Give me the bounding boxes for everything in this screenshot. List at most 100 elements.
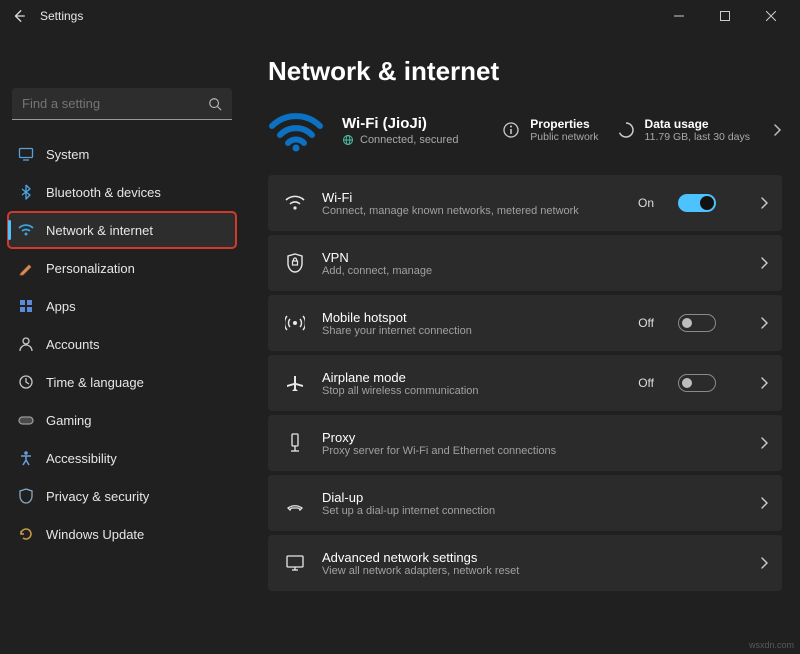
globe-icon — [342, 134, 354, 146]
wifi-icon — [284, 192, 306, 214]
card-subtitle: Proxy server for Wi-Fi and Ethernet conn… — [322, 445, 716, 457]
network-status-row: Wi-Fi (JioJi) Connected, secured Propert… — [268, 107, 782, 153]
airplane-toggle[interactable] — [678, 374, 716, 392]
data-usage-subtitle: 11.79 GB, last 30 days — [645, 131, 750, 143]
accessibility-icon — [18, 450, 34, 466]
card-advanced[interactable]: Advanced network settingsView all networ… — [268, 535, 782, 591]
window-title: Settings — [40, 9, 656, 23]
sidebar-item-network[interactable]: Network & internet — [8, 212, 236, 248]
info-icon — [502, 121, 520, 139]
sidebar-item-label: Bluetooth & devices — [46, 185, 161, 200]
data-usage-title: Data usage — [645, 117, 750, 131]
sidebar-item-personalization[interactable]: Personalization — [8, 250, 236, 286]
card-title: Dial-up — [322, 490, 716, 505]
bluetooth-icon — [18, 184, 34, 200]
sidebar-item-gaming[interactable]: Gaming — [8, 402, 236, 438]
card-subtitle: Stop all wireless communication — [322, 385, 622, 397]
sidebar-item-label: System — [46, 147, 89, 162]
card-wifi[interactable]: Wi-FiConnect, manage known networks, met… — [268, 175, 782, 231]
minimize-icon — [674, 11, 684, 21]
sidebar-item-label: Accessibility — [46, 451, 117, 466]
close-icon — [766, 11, 776, 21]
close-button[interactable] — [748, 0, 794, 32]
card-proxy[interactable]: ProxyProxy server for Wi-Fi and Ethernet… — [268, 415, 782, 471]
card-airplane[interactable]: Airplane modeStop all wireless communica… — [268, 355, 782, 411]
minimize-button[interactable] — [656, 0, 702, 32]
dialup-icon — [284, 492, 306, 514]
airplane-icon — [284, 372, 306, 394]
sidebar-item-accounts[interactable]: Accounts — [8, 326, 236, 362]
arrow-left-icon — [12, 9, 26, 23]
titlebar: Settings — [0, 0, 800, 32]
data-usage-icon — [617, 121, 635, 139]
vpn-icon — [284, 252, 306, 274]
search-input[interactable] — [22, 96, 208, 111]
chevron-right-icon — [760, 257, 768, 269]
card-title: Airplane mode — [322, 370, 622, 385]
maximize-button[interactable] — [702, 0, 748, 32]
sidebar-item-label: Time & language — [46, 375, 144, 390]
card-title: Mobile hotspot — [322, 310, 622, 325]
sidebar-item-accessibility[interactable]: Accessibility — [8, 440, 236, 476]
update-icon — [18, 526, 34, 542]
sidebar: System Bluetooth & devices Network & inter… — [0, 32, 244, 654]
chevron-right-icon — [760, 557, 768, 569]
gaming-icon — [18, 412, 34, 428]
properties-button[interactable]: Properties Public network — [502, 117, 598, 143]
chevron-right-icon — [760, 497, 768, 509]
page-title: Network & internet — [268, 56, 782, 87]
sidebar-item-time[interactable]: Time & language — [8, 364, 236, 400]
card-state: Off — [638, 376, 654, 390]
sidebar-item-label: Personalization — [46, 261, 135, 276]
card-dialup[interactable]: Dial-upSet up a dial-up internet connect… — [268, 475, 782, 531]
sidebar-item-label: Gaming — [46, 413, 92, 428]
properties-subtitle: Public network — [530, 131, 598, 143]
card-subtitle: Connect, manage known networks, metered … — [322, 205, 622, 217]
chevron-right-icon — [760, 197, 768, 209]
main-content: Network & internet Wi-Fi (JioJi) Connect… — [244, 32, 800, 654]
card-title: Proxy — [322, 430, 716, 445]
chevron-right-icon — [760, 317, 768, 329]
accounts-icon — [18, 336, 34, 352]
wifi-toggle[interactable] — [678, 194, 716, 212]
status-chevron[interactable] — [772, 123, 782, 137]
sidebar-item-label: Network & internet — [46, 223, 153, 238]
card-subtitle: View all network adapters, network reset — [322, 565, 716, 577]
apps-icon — [18, 298, 34, 314]
time-icon — [18, 374, 34, 390]
network-status: Connected, secured — [360, 134, 458, 146]
properties-title: Properties — [530, 117, 598, 131]
privacy-icon — [18, 488, 34, 504]
sidebar-item-bluetooth[interactable]: Bluetooth & devices — [8, 174, 236, 210]
hotspot-icon — [284, 312, 306, 334]
advanced-icon — [284, 552, 306, 574]
sidebar-item-label: Windows Update — [46, 527, 144, 542]
chevron-right-icon — [760, 437, 768, 449]
chevron-right-icon — [772, 123, 782, 137]
card-hotspot[interactable]: Mobile hotspotShare your internet connec… — [268, 295, 782, 351]
search-icon — [208, 97, 222, 111]
proxy-icon — [284, 432, 306, 454]
sidebar-item-system[interactable]: System — [8, 136, 236, 172]
search-box[interactable] — [12, 88, 232, 120]
system-icon — [18, 146, 34, 162]
watermark: wsxdn.com — [749, 640, 794, 650]
card-subtitle: Add, connect, manage — [322, 265, 716, 277]
wifi-signal-icon — [268, 107, 324, 153]
hotspot-toggle[interactable] — [678, 314, 716, 332]
back-button[interactable] — [6, 3, 32, 29]
sidebar-item-privacy[interactable]: Privacy & security — [8, 478, 236, 514]
card-vpn[interactable]: VPNAdd, connect, manage — [268, 235, 782, 291]
card-subtitle: Share your internet connection — [322, 325, 622, 337]
sidebar-item-apps[interactable]: Apps — [8, 288, 236, 324]
maximize-icon — [720, 11, 730, 21]
card-subtitle: Set up a dial-up internet connection — [322, 505, 716, 517]
data-usage-button[interactable]: Data usage 11.79 GB, last 30 days — [617, 117, 750, 143]
card-title: Advanced network settings — [322, 550, 716, 565]
personalization-icon — [18, 260, 34, 276]
sidebar-item-label: Apps — [46, 299, 76, 314]
sidebar-item-label: Privacy & security — [46, 489, 149, 504]
card-state: On — [638, 196, 654, 210]
card-title: VPN — [322, 250, 716, 265]
sidebar-item-update[interactable]: Windows Update — [8, 516, 236, 552]
